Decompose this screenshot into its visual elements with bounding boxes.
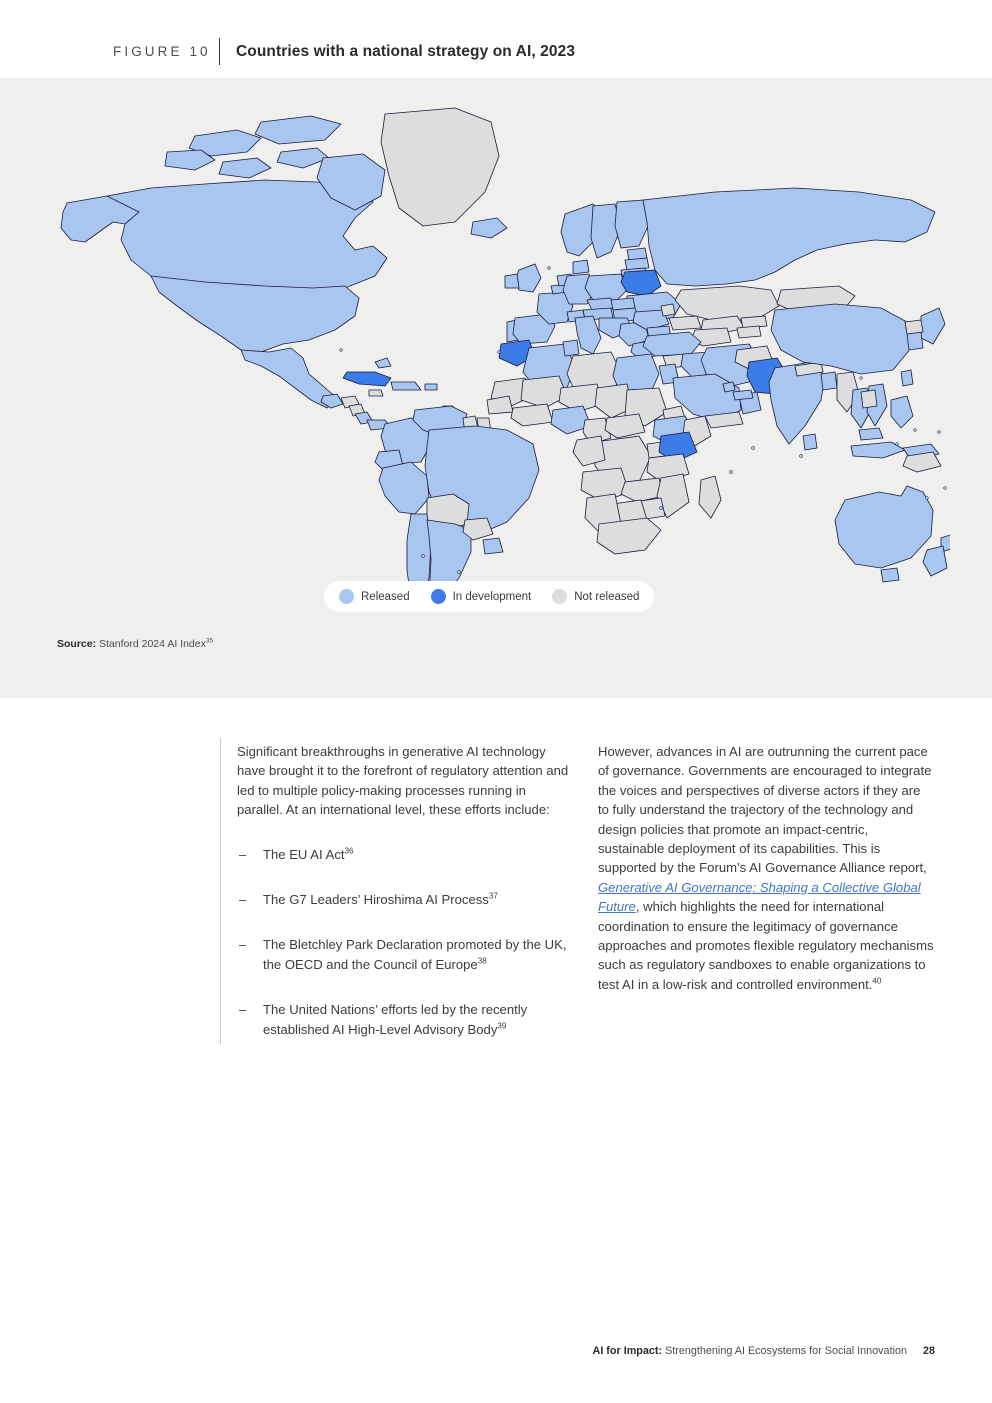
- list-item-text: The EU AI Act: [263, 846, 345, 862]
- legend-label-released: Released: [361, 590, 410, 603]
- bullet-dash-icon: –: [239, 846, 247, 862]
- column-rule: [220, 738, 221, 1044]
- country-uruguay: [482, 537, 504, 555]
- governance-paragraph: However, advances in AI are outrunning t…: [598, 742, 934, 994]
- list-item-superscript: 36: [344, 846, 354, 856]
- country-south-korea: [906, 331, 924, 351]
- country-malaysia: [858, 427, 884, 441]
- figure-label: FIGURE 10: [113, 44, 211, 59]
- country-uae: [732, 389, 754, 401]
- source-superscript: 35: [205, 637, 214, 645]
- legend-swatch-released: [339, 589, 354, 604]
- country-tasmania: [880, 567, 900, 583]
- figure-source: Source: Stanford 2024 AI Index35: [57, 638, 213, 650]
- list-item: – The Bletchley Park Declaration promoted…: [237, 935, 573, 974]
- bullet-dash-icon: –: [239, 1002, 247, 1018]
- paragraph-superscript: 40: [872, 976, 882, 986]
- map-legend: Released In development Not released: [324, 581, 655, 612]
- body-area: Significant breakthroughs in generative …: [0, 706, 992, 1066]
- list-item-superscript: 39: [497, 1021, 507, 1031]
- list-item-superscript: 37: [488, 891, 498, 901]
- legend-label-in-development: In development: [452, 590, 532, 603]
- legend-item-in-development[interactable]: In development: [430, 589, 532, 604]
- figure-header: FIGURE 10 Countries with a national stra…: [0, 0, 992, 78]
- country-bangladesh: [820, 371, 838, 391]
- intro-paragraph: Significant breakthroughs in generative …: [237, 744, 569, 818]
- list-item-superscript: 38: [477, 956, 487, 966]
- legend-item-not-released[interactable]: Not released: [552, 589, 639, 604]
- country-ireland: [504, 273, 520, 289]
- country-jamaica: [368, 389, 384, 397]
- figure-panel: Released In development Not released Sou…: [0, 78, 992, 698]
- world-map: [55, 100, 950, 600]
- country-turkiye: [642, 331, 702, 357]
- page-number: 28: [922, 1345, 935, 1357]
- bullet-dash-icon: –: [239, 892, 247, 908]
- list-item: – The EU AI Act36: [237, 845, 573, 864]
- country-georgia-armenia-azerbaijan: [668, 315, 702, 331]
- page-footer: AI for Impact: Strengthening AI Ecosyste…: [0, 1345, 992, 1357]
- policy-efforts-list: – The EU AI Act36 – The G7 Leaders’ Hirosh…: [237, 845, 573, 1039]
- bullet-dash-icon: –: [239, 937, 247, 953]
- legend-item-released[interactable]: Released: [339, 589, 410, 604]
- figure-title: Countries with a national strategy on AI…: [236, 43, 576, 60]
- figure-header-divider: [219, 38, 220, 65]
- country-tajikistan: [736, 325, 762, 339]
- paragraph-part-1: However, advances in AI are outrunning t…: [598, 744, 932, 876]
- legend-label-not-released: Not released: [574, 590, 640, 603]
- source-text: Stanford 2024 AI Index: [96, 638, 206, 650]
- left-text-column: Significant breakthroughs in generative …: [237, 742, 573, 1039]
- legend-swatch-not-released: [552, 589, 568, 604]
- country-tunisia: [562, 339, 580, 357]
- country-puerto-rico: [424, 383, 438, 391]
- footer-title: AI for Impact:: [592, 1345, 663, 1357]
- country-north-korea: [904, 319, 924, 335]
- country-laos-cambodia: [860, 389, 878, 409]
- list-item: – The G7 Leaders’ Hiroshima AI Process37: [237, 890, 573, 909]
- source-label: Source:: [57, 638, 97, 650]
- world-map-container: [55, 100, 950, 600]
- list-item-text: The G7 Leaders’ Hiroshima AI Process: [263, 892, 489, 908]
- list-item-text: The United Nations’ efforts led by the r…: [263, 1002, 528, 1037]
- country-denmark: [572, 259, 590, 275]
- footer-subtitle: Strengthening AI Ecosystems for Social I…: [662, 1345, 907, 1357]
- country-qatar-kuwait: [722, 381, 736, 393]
- paragraph-part-2: , which highlights the need for internat…: [598, 899, 934, 992]
- list-item-text: The Bletchley Park Declaration promoted …: [263, 937, 567, 972]
- right-text-column: However, advances in AI are outrunning t…: [598, 742, 934, 994]
- list-item: – The United Nations’ efforts led by the …: [237, 1000, 573, 1039]
- country-moldova: [660, 303, 676, 317]
- country-sri-lanka: [802, 433, 818, 451]
- legend-swatch-in-development: [430, 589, 446, 604]
- country-taiwan: [900, 369, 914, 387]
